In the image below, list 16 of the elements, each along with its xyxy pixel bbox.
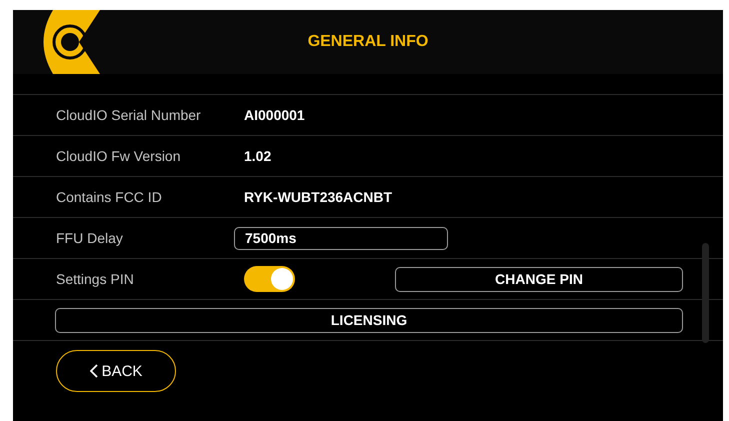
row-label: CloudIO Serial Number: [56, 107, 202, 123]
row-label: CloudIO Fw Version: [56, 148, 182, 164]
delay-field[interactable]: 7500ms: [234, 226, 448, 250]
toggle-switch[interactable]: [244, 266, 295, 292]
row-value: RYK-WUBT236ACNBT: [244, 189, 392, 205]
row-value: AI000001: [244, 107, 305, 123]
back-button[interactable]: BACK: [56, 350, 176, 392]
screen-title: GENERAL INFO: [308, 33, 428, 51]
licensing-button[interactable]: LICENSING: [55, 308, 683, 332]
row-label: Contains FCC ID: [56, 189, 163, 205]
row-label: FFU Delay: [56, 230, 124, 246]
scrollbar[interactable]: [702, 243, 709, 343]
chevron-left-icon: [90, 364, 98, 378]
row-label: Settings PIN: [56, 271, 135, 287]
row-value: 1.02: [244, 148, 272, 164]
change-pin-button[interactable]: CHANGE PIN: [395, 266, 683, 292]
